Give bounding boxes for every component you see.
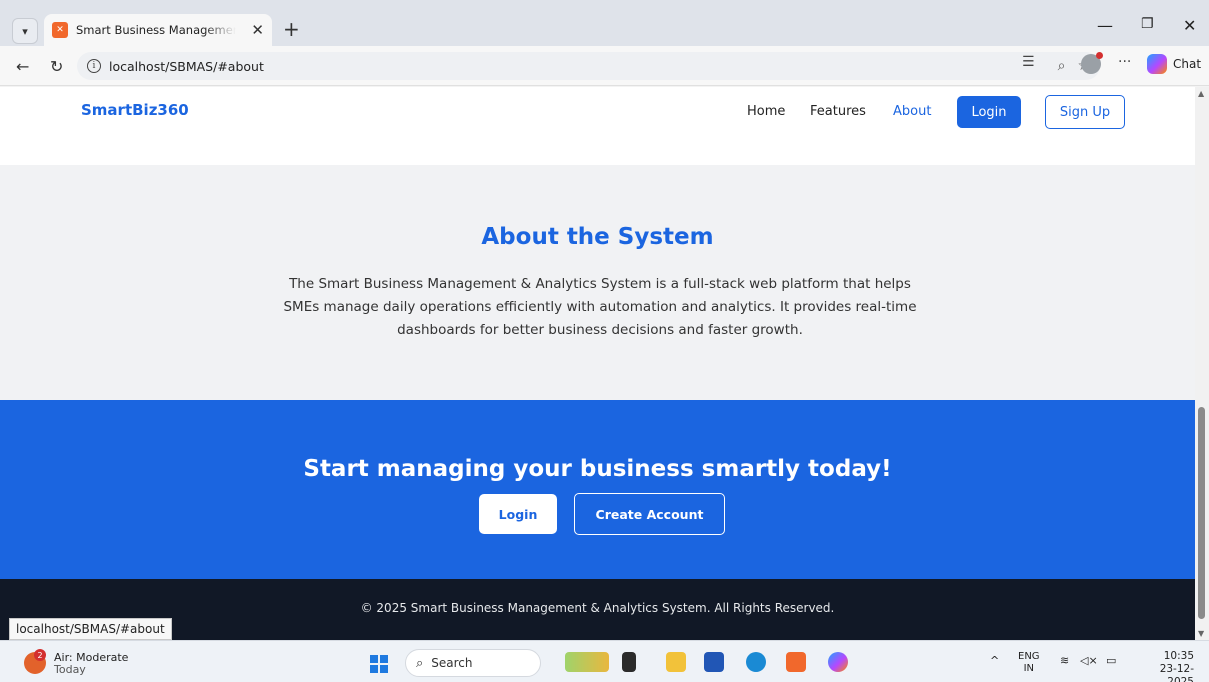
url-text[interactable]: localhost/SBMAS/#about xyxy=(109,59,264,74)
nav-about[interactable]: About xyxy=(893,104,931,119)
widgets-app-icon[interactable] xyxy=(565,652,609,672)
tray-chevron-up-icon[interactable]: ^ xyxy=(990,654,999,667)
nav-signup-button[interactable]: Sign Up xyxy=(1045,95,1125,129)
new-tab-plus-icon[interactable]: + xyxy=(283,19,300,39)
site-footer: © 2025 Smart Business Management & Analy… xyxy=(0,579,1195,640)
tab-title: Smart Business Management & Analytics Sy… xyxy=(76,23,236,37)
back-arrow-icon[interactable]: ← xyxy=(16,57,29,76)
copilot-chat-button[interactable]: Chat xyxy=(1147,54,1201,74)
favorites-list-icon[interactable]: ☰ xyxy=(1022,54,1035,70)
tab-list-chevron-icon[interactable]: ▾ xyxy=(12,18,38,44)
browser-tab-strip: ▾ ✕ Smart Business Management & Analytic… xyxy=(0,0,1209,46)
more-menu-icon[interactable]: ··· xyxy=(1118,54,1131,70)
tab-close-icon[interactable]: ✕ xyxy=(251,21,264,39)
task-view-icon[interactable] xyxy=(622,652,636,672)
nav-login-button[interactable]: Login xyxy=(957,96,1021,128)
weather-widget[interactable]: Air: Moderate Today xyxy=(54,652,128,676)
scroll-up-arrow-icon[interactable]: ▲ xyxy=(1198,89,1204,98)
site-info-icon[interactable]: i xyxy=(87,59,101,73)
xampp-favicon-icon: ✕ xyxy=(52,22,68,38)
about-section: About the System The Smart Business Mana… xyxy=(0,165,1195,400)
chat-label: Chat xyxy=(1173,57,1202,71)
scroll-thumb[interactable] xyxy=(1198,407,1205,619)
page-viewport: SmartBiz360 Home Features About Login Si… xyxy=(0,87,1195,640)
windows-start-icon[interactable] xyxy=(370,655,388,673)
section-spacer xyxy=(0,137,1195,165)
file-explorer-icon[interactable] xyxy=(666,652,686,672)
about-title: About the System xyxy=(481,224,714,250)
cta-title: Start managing your business smartly tod… xyxy=(303,456,892,482)
copilot-app-icon[interactable] xyxy=(828,652,848,672)
profile-avatar[interactable] xyxy=(1081,52,1103,74)
wifi-icon[interactable]: ≋ xyxy=(1060,654,1069,667)
taskbar-search[interactable]: ⌕ Search xyxy=(405,649,541,677)
weather-subtitle: Today xyxy=(54,663,86,676)
site-navbar: SmartBiz360 Home Features About Login Si… xyxy=(0,87,1195,137)
store-app-icon[interactable] xyxy=(704,652,724,672)
search-icon: ⌕ xyxy=(416,655,424,671)
footer-copyright: © 2025 Smart Business Management & Analy… xyxy=(360,601,835,615)
site-brand[interactable]: SmartBiz360 xyxy=(81,101,189,119)
window-close-icon[interactable]: ✕ xyxy=(1183,16,1196,35)
nav-home[interactable]: Home xyxy=(747,104,785,119)
page-scrollbar[interactable]: ▲ ▼ xyxy=(1195,87,1209,640)
copilot-icon xyxy=(1147,54,1167,74)
xampp-app-icon[interactable] xyxy=(786,652,806,672)
browser-toolbar: ← ↻ i localhost/SBMAS/#about ⌕ ☆ ☰ ··· C… xyxy=(0,46,1209,86)
scroll-down-arrow-icon[interactable]: ▼ xyxy=(1198,629,1204,638)
windows-taskbar: 2 Air: Moderate Today ⌕ Search ^ ENG IN … xyxy=(0,640,1209,682)
refresh-icon[interactable]: ↻ xyxy=(50,57,63,76)
volume-muted-icon[interactable]: ◁× xyxy=(1080,654,1098,667)
clock-date: 23-12-2025 xyxy=(1159,663,1194,682)
zoom-icon[interactable]: ⌕ xyxy=(1058,58,1066,74)
language-indicator[interactable]: ENG IN xyxy=(1018,651,1040,675)
edge-browser-icon[interactable] xyxy=(746,652,766,672)
browser-tab[interactable]: ✕ Smart Business Management & Analytics … xyxy=(44,14,272,46)
cta-create-account-button[interactable]: Create Account xyxy=(574,493,725,535)
about-description: The Smart Business Management & Analytic… xyxy=(283,276,917,338)
restore-icon[interactable]: ❐ xyxy=(1141,16,1154,32)
system-clock[interactable]: 10:35 23-12-2025 xyxy=(1134,650,1194,682)
address-bar[interactable]: i localhost/SBMAS/#about ⌕ ☆ xyxy=(77,52,1100,80)
minimize-icon[interactable]: — xyxy=(1097,16,1113,35)
cta-login-button[interactable]: Login xyxy=(479,494,557,534)
weather-badge: 2 xyxy=(34,649,46,661)
clock-time: 10:35 xyxy=(1163,650,1194,662)
nav-features[interactable]: Features xyxy=(810,104,866,119)
battery-icon[interactable]: ▭ xyxy=(1106,654,1116,667)
search-label: Search xyxy=(431,656,473,670)
status-url-tooltip: localhost/SBMAS/#about xyxy=(9,618,172,640)
cta-section: Start managing your business smartly tod… xyxy=(0,400,1195,579)
lang-bottom: IN xyxy=(1023,663,1034,674)
lang-top: ENG xyxy=(1018,651,1040,662)
